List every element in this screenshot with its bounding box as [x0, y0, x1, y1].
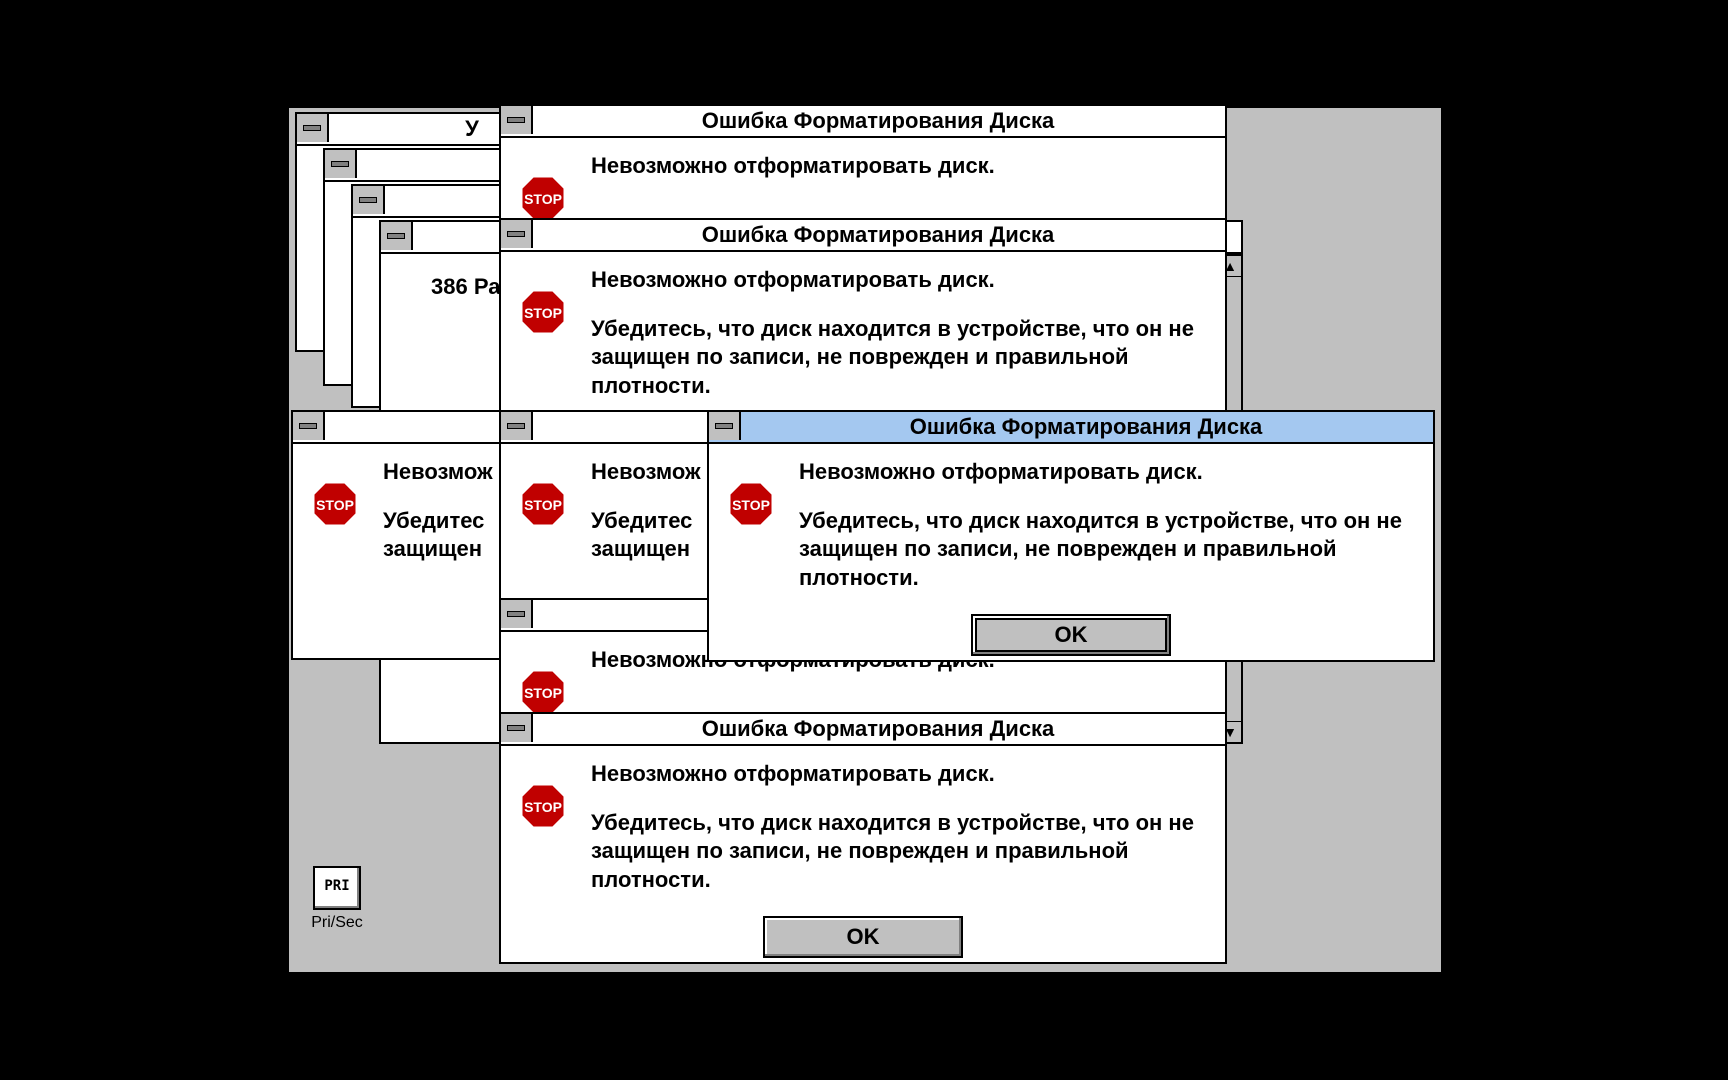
error-message-line1: Невозможно отформатировать диск. [591, 266, 1207, 295]
system-menu-icon[interactable] [293, 412, 325, 440]
titlebar[interactable]: Ошибка Форматирования Диска [709, 412, 1433, 444]
stop-icon: STOP [519, 174, 567, 222]
error-message-partial: Убедитес [591, 507, 701, 536]
stop-icon: STOP [311, 480, 359, 528]
error-dialog-active: Ошибка Форматирования Диска STOP Невозмо… [707, 410, 1435, 662]
system-menu-icon[interactable] [501, 412, 533, 440]
titlebar[interactable]: Ошибка Форматирования Диска [501, 220, 1225, 252]
system-menu-icon[interactable] [353, 186, 385, 214]
dialog-title: Ошибка Форматирования Диска [501, 716, 1225, 742]
titlebar[interactable]: Ошибка Форматирования Диска [501, 106, 1225, 138]
stop-icon: STOP [519, 288, 567, 336]
system-menu-icon[interactable] [709, 412, 741, 440]
svg-text:STOP: STOP [524, 799, 562, 815]
error-message-line2: Убедитесь, что диск находится в устройст… [591, 809, 1207, 895]
ok-button[interactable]: OK [971, 614, 1171, 656]
error-message-line2: Убедитесь, что диск находится в устройст… [591, 315, 1207, 401]
error-message-partial: Невозмож [383, 458, 493, 487]
system-menu-icon[interactable] [325, 150, 357, 178]
titlebar[interactable]: Ошибка Форматирования Диска [501, 714, 1225, 746]
stop-icon: STOP [727, 480, 775, 528]
error-message-line1: Невозможно отформатировать диск. [799, 458, 1415, 487]
ok-button[interactable]: OK [763, 916, 963, 958]
svg-text:STOP: STOP [524, 305, 562, 321]
error-message-partial: защищен [591, 535, 701, 564]
dialog-title: Ошибка Форматирования Диска [501, 108, 1225, 134]
system-menu-icon[interactable] [501, 220, 533, 248]
error-message-partial: Невозмож [591, 458, 701, 487]
error-dialog: Ошибка Форматирования Диска STOP Невозмо… [499, 104, 1227, 236]
system-menu-icon[interactable] [501, 714, 533, 742]
stop-icon: STOP [519, 668, 567, 716]
error-message-partial: Убедитес [383, 507, 493, 536]
svg-text:STOP: STOP [524, 191, 562, 207]
svg-text:STOP: STOP [316, 497, 354, 513]
error-message-line2: Убедитесь, что диск находится в устройст… [799, 507, 1415, 593]
system-menu-icon[interactable] [381, 222, 413, 250]
desktop: У 386 Рас ▲ ▼ [289, 108, 1441, 972]
system-menu-icon[interactable] [297, 114, 329, 142]
icon-label: Pri/Sec [307, 914, 367, 932]
error-dialog: Ошибка Форматирования Диска STOP Невозмо… [499, 712, 1227, 964]
system-menu-icon[interactable] [501, 106, 533, 134]
error-dialog: Ошибка Форматирования Диска STOP Невозмо… [499, 218, 1227, 422]
dialog-title: Ошибка Форматирования Диска [709, 414, 1433, 440]
svg-text:STOP: STOP [524, 497, 562, 513]
svg-text:STOP: STOP [732, 497, 770, 513]
stop-icon: STOP [519, 782, 567, 830]
system-menu-icon[interactable] [501, 600, 533, 628]
stop-icon: STOP [519, 480, 567, 528]
error-message-line1: Невозможно отформатировать диск. [591, 152, 995, 181]
svg-text:STOP: STOP [524, 685, 562, 701]
capture-stage: www.BANDICAM.com У 386 [169, 108, 1559, 972]
error-message-line1: Невозможно отформатировать диск. [591, 760, 1207, 789]
desktop-icon-prisec[interactable]: PRI Pri/Sec [307, 866, 367, 932]
dialog-title: Ошибка Форматирования Диска [501, 222, 1225, 248]
program-icon: PRI [313, 866, 361, 910]
error-message-partial: защищен [383, 535, 493, 564]
